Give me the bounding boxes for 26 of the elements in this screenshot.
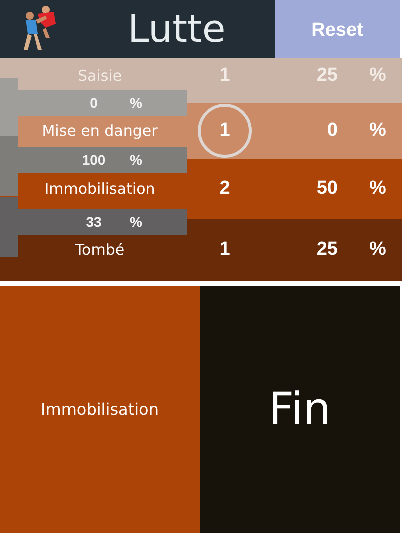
percent-sign: %: [368, 238, 388, 262]
transition-percent: 0: [89, 94, 99, 112]
percent-sign: %: [368, 64, 388, 88]
row-count: 1: [220, 64, 230, 88]
row-label: Tombé: [74, 240, 126, 261]
row-percent: 25: [316, 64, 338, 88]
row-label: Mise en danger: [41, 120, 159, 142]
percent-sign: %: [130, 94, 142, 112]
row-label: Immobilisation: [44, 178, 156, 200]
percent-sign: %: [130, 212, 142, 232]
percent-sign: %: [368, 118, 388, 143]
result-label: Immobilisation: [41, 398, 159, 420]
row-label: Saisie: [76, 66, 124, 88]
row-count: 1: [220, 238, 230, 262]
percent-sign: %: [130, 150, 142, 170]
row-percent: 0: [326, 118, 338, 143]
row-count: 2: [220, 176, 230, 201]
row-count: 1: [220, 118, 230, 143]
row-percent: 25: [316, 238, 338, 262]
transition-percent: 100: [81, 150, 107, 170]
final-label: Fin: [268, 382, 332, 436]
app-title: Lutte: [128, 10, 226, 48]
percent-sign: %: [368, 176, 388, 201]
reset-button[interactable]: Reset: [275, 0, 400, 58]
transition-percent: 33: [85, 212, 103, 232]
row-percent: 50: [316, 176, 338, 201]
